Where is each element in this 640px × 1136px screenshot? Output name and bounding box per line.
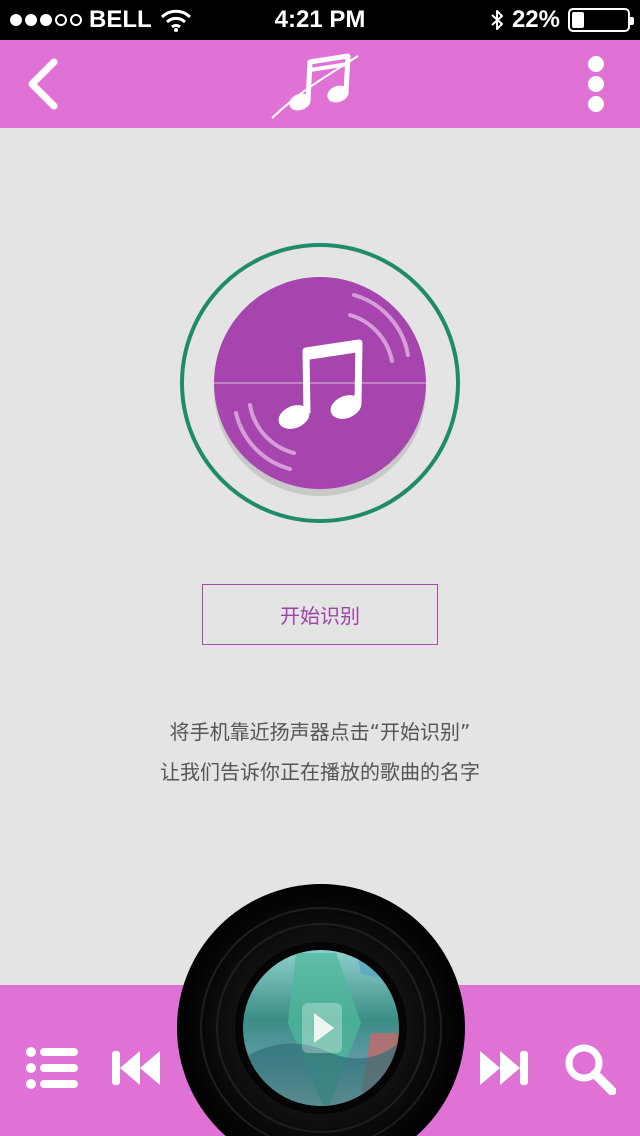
- music-note-logo-icon: [271, 53, 359, 119]
- top-bar: [0, 40, 640, 128]
- battery-percent: 22%: [511, 6, 560, 33]
- recognize-disc[interactable]: [180, 243, 460, 523]
- next-track-icon[interactable]: [480, 1049, 528, 1087]
- instruction-line-1: 将手机靠近扬声器点击“开始识别”: [169, 720, 471, 744]
- status-bar: BELL 4:21 PM 22%: [0, 0, 640, 40]
- start-recognition-button[interactable]: 开始识别: [202, 584, 438, 645]
- instructions: 将手机靠近扬声器点击“开始识别” 让我们告诉你正在播放的歌曲的名字: [0, 712, 640, 792]
- search-icon[interactable]: [564, 1043, 616, 1095]
- status-right: 22%: [490, 6, 634, 34]
- battery-fill: [572, 12, 584, 28]
- previous-track-icon[interactable]: [112, 1049, 160, 1087]
- instruction-line-2: 让我们告诉你正在播放的歌曲的名字: [160, 760, 480, 784]
- back-chevron-icon[interactable]: [18, 54, 78, 114]
- battery-icon: [568, 8, 634, 32]
- now-playing-vinyl[interactable]: [176, 883, 466, 1136]
- bluetooth-icon: [491, 10, 503, 30]
- play-icon[interactable]: [302, 1003, 342, 1053]
- more-vertical-icon[interactable]: [576, 54, 616, 114]
- playlist-icon[interactable]: [26, 1047, 78, 1089]
